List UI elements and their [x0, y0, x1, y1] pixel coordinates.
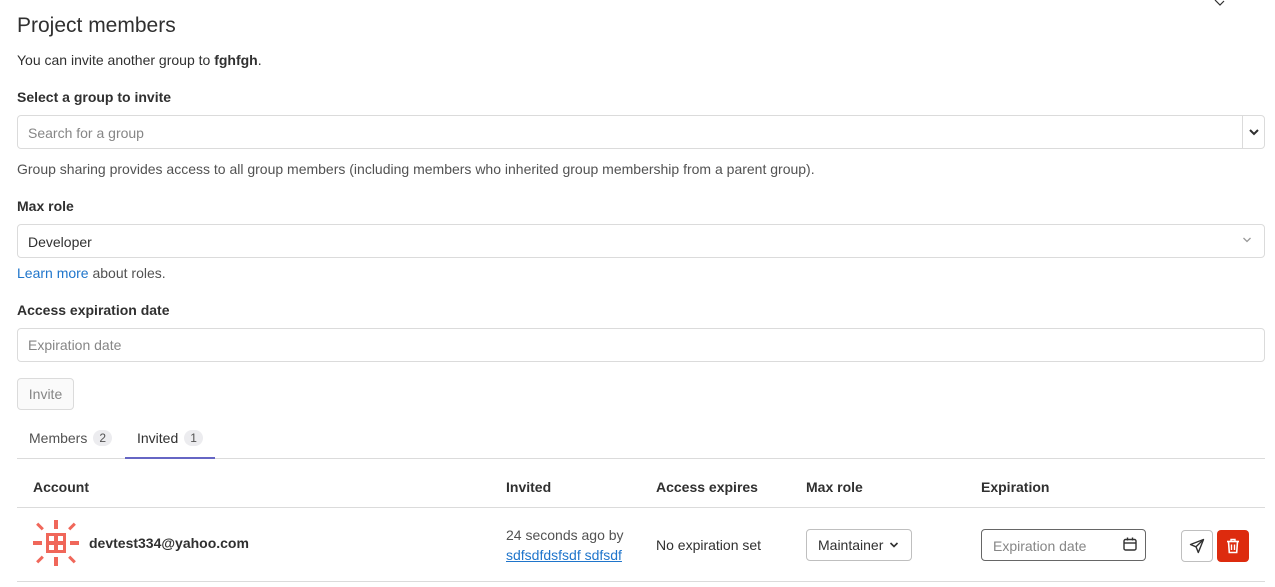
learn-more-link[interactable]: Learn more [17, 265, 89, 281]
tab-members-count: 2 [93, 430, 113, 446]
paper-airplane-icon [1189, 538, 1205, 554]
tab-invited[interactable]: Invited 1 [125, 418, 215, 459]
group-dropdown-toggle[interactable] [1242, 116, 1264, 148]
expiration-date-picker[interactable]: Expiration date [981, 529, 1146, 561]
max-role-value: Developer [28, 234, 92, 250]
intro-prefix: You can invite another group to [17, 52, 215, 68]
access-expires-value: No expiration set [656, 537, 762, 553]
tab-invited-label: Invited [137, 429, 179, 446]
column-access-expires: Access expires [656, 479, 758, 495]
max-role-dropdown[interactable]: Maintainer [806, 529, 912, 561]
chevron-down-icon [890, 542, 899, 548]
group-sharing-help: Group sharing provides access to all gro… [17, 161, 815, 177]
page-title: Project members [17, 14, 176, 37]
invite-button[interactable]: Invite [17, 378, 74, 410]
table-header: Account Invited Access expires Max role … [17, 466, 1265, 508]
tab-members[interactable]: Members 2 [17, 418, 124, 458]
tab-invited-count: 1 [184, 429, 203, 446]
invite-intro: You can invite another group to fghfgh. [17, 52, 262, 68]
column-expiration: Expiration [981, 479, 1050, 495]
tab-members-label: Members [29, 430, 88, 446]
intro-suffix: . [257, 52, 262, 68]
learn-more-suffix: about roles. [88, 265, 166, 281]
expiration-label: Access expiration date [17, 302, 170, 318]
roles-help: Learn more about roles. [17, 265, 166, 281]
column-account: Account [33, 479, 89, 495]
max-role-dropdown-value: Maintainer [818, 537, 884, 553]
trash-icon [1227, 538, 1239, 554]
expiration-date-input[interactable] [17, 328, 1265, 362]
resend-invite-button[interactable] [1181, 530, 1213, 562]
member-tabs: Members 2 Invited 1 [17, 418, 1265, 459]
invited-by-link[interactable]: sdfsdfdsfsdf sdfsdf [506, 547, 622, 563]
table-row: devtest334@yahoo.com 24 seconds ago by s… [17, 508, 1265, 582]
group-search-select[interactable]: Search for a group [17, 115, 1265, 149]
group-search-placeholder: Search for a group [28, 125, 144, 141]
chevron-down-icon [1243, 237, 1251, 243]
column-invited: Invited [506, 479, 552, 495]
avatar [33, 520, 79, 566]
invited-time: 24 seconds ago by [506, 527, 624, 543]
chevron-down-icon [1248, 128, 1259, 135]
max-role-label: Max role [17, 198, 74, 214]
project-name: fghfgh [214, 52, 258, 68]
cursor-icon [1214, 0, 1225, 6]
expiration-date-placeholder: Expiration date [993, 538, 1087, 554]
column-max-role: Max role [806, 479, 863, 495]
member-email: devtest334@yahoo.com [89, 535, 249, 551]
calendar-icon [1123, 537, 1137, 551]
group-label: Select a group to invite [17, 89, 172, 105]
remove-member-button[interactable] [1217, 530, 1249, 562]
max-role-select[interactable]: Developer [17, 224, 1265, 258]
